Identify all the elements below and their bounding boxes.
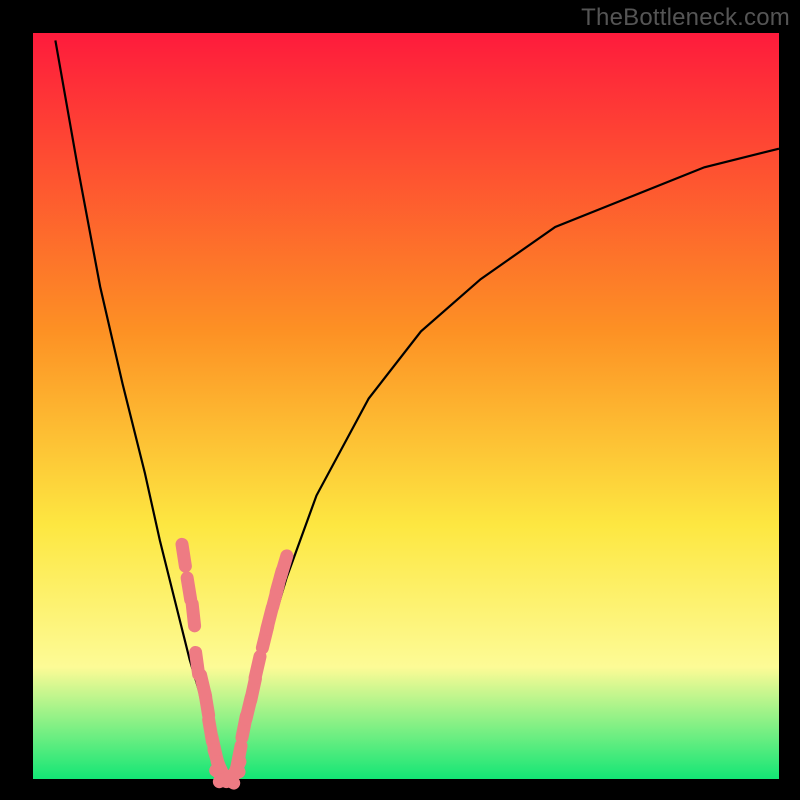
chart-stage: TheBottleneck.com xyxy=(0,0,800,800)
marker-pill xyxy=(255,656,260,677)
plot-background xyxy=(33,33,779,779)
marker-pill xyxy=(237,746,241,768)
marker-pill xyxy=(192,604,194,626)
marker-pill xyxy=(187,578,191,600)
watermark-label: TheBottleneck.com xyxy=(581,4,790,32)
marker-pill xyxy=(205,694,209,716)
marker-pill xyxy=(281,556,287,577)
bottleneck-plot xyxy=(0,0,800,800)
marker-pill xyxy=(182,544,185,566)
